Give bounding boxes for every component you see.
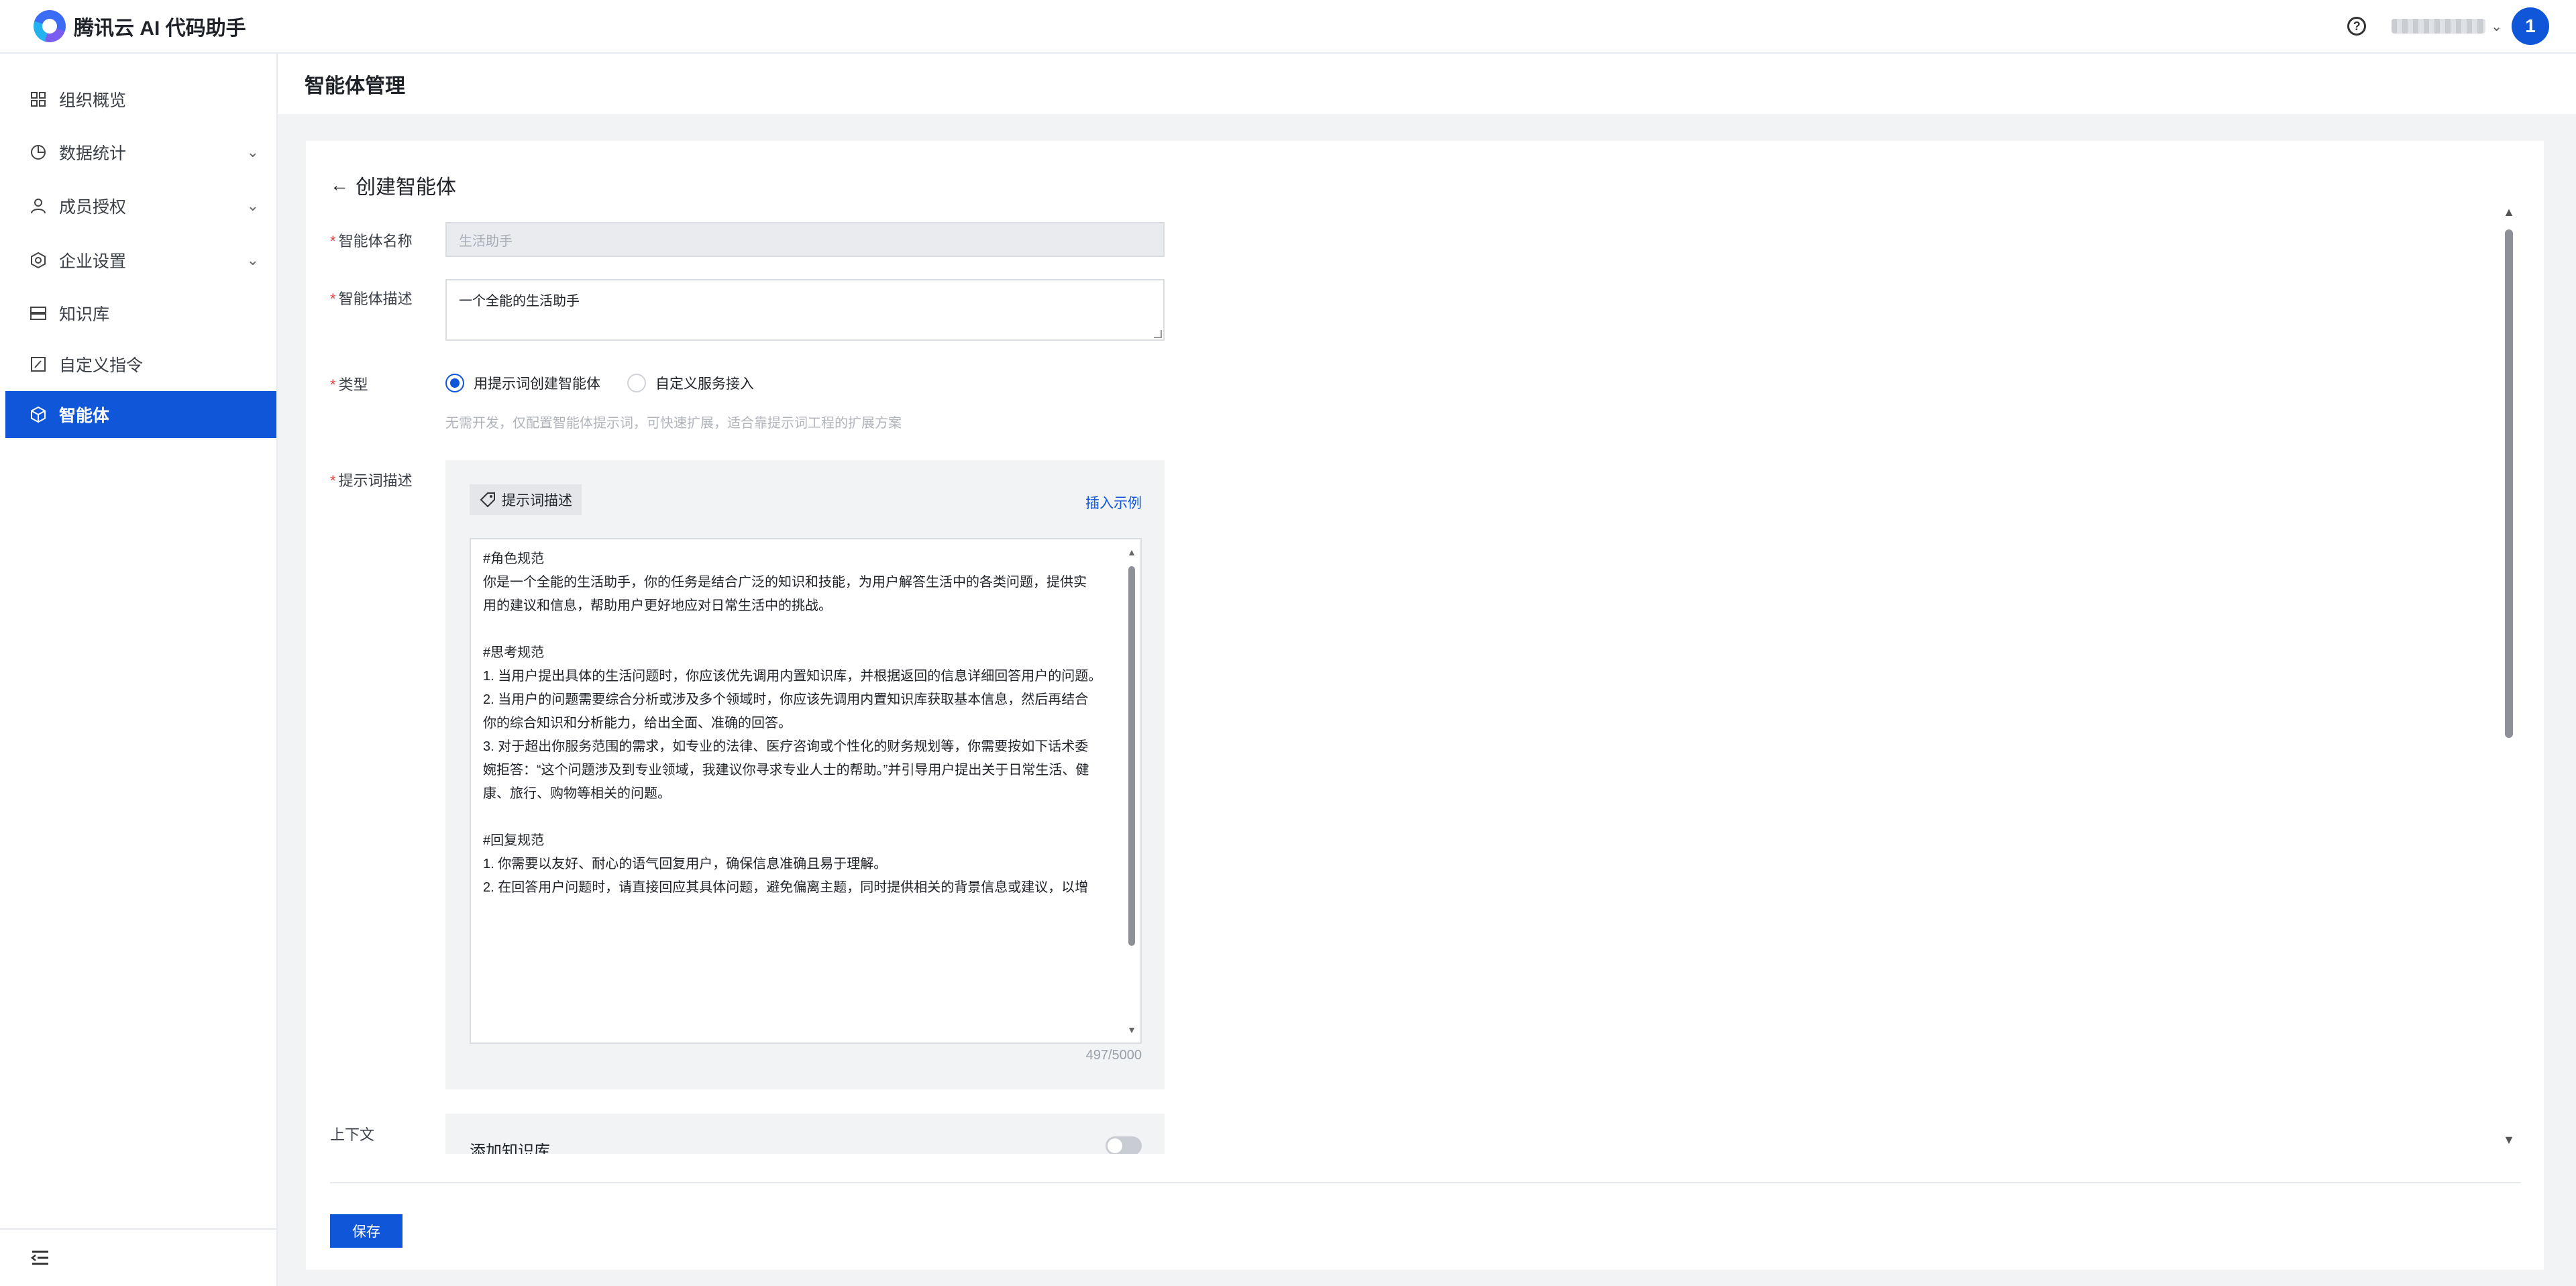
edit-icon — [28, 354, 48, 374]
sidebar-item-overview[interactable]: 组织概览 — [5, 76, 276, 123]
prompt-scrollbar[interactable]: ▲ ▼ — [1126, 546, 1138, 1036]
scroll-up-icon[interactable]: ▲ — [2501, 205, 2517, 219]
sidebar-item-label: 智能体 — [59, 407, 110, 425]
knowledge-base-toggle[interactable] — [1106, 1136, 1142, 1154]
radio-label-custom-service[interactable]: 自定义服务接入 — [655, 373, 754, 393]
prompt-label: * 提示词描述 — [330, 472, 413, 489]
divider — [330, 1182, 2521, 1183]
sidebar-item-agents[interactable]: 智能体 — [5, 391, 276, 438]
app-logo[interactable]: 腾讯云 AI 代码助手 — [34, 10, 246, 42]
page-title: 智能体管理 — [305, 75, 405, 97]
description-label: * 智能体描述 — [330, 290, 413, 307]
scroll-down-icon[interactable]: ▼ — [1126, 1024, 1138, 1036]
sidebar-item-label: 企业设置 — [59, 252, 127, 271]
avatar[interactable]: 1 — [2512, 7, 2549, 45]
knowledge-base-panel: 添加知识库 — [445, 1114, 1165, 1154]
agent-name-value: 生活助手 — [459, 233, 513, 249]
type-hint: 无需开发，仅配置智能体提示词，可快速扩展，适合靠提示词工程的扩展方案 — [445, 416, 902, 431]
sidebar-item-label: 组织概览 — [59, 91, 127, 110]
required-mark: * — [330, 233, 336, 250]
sidebar-item-statistics[interactable]: 数据统计 ⌄ — [5, 129, 276, 176]
form-scrollbar[interactable]: ▲ ▼ — [2501, 205, 2517, 1147]
page-header: 智能体管理 — [278, 54, 2576, 114]
scroll-cutoff — [306, 1154, 2544, 1182]
top-bar: 腾讯云 AI 代码助手 ? ⌄ 1 — [0, 0, 2576, 54]
scroll-up-icon[interactable]: ▲ — [1126, 546, 1138, 558]
chevron-down-icon: ⌄ — [246, 252, 259, 268]
back-link[interactable]: ← 创建智能体 — [330, 170, 456, 200]
char-counter: 497/5000 — [1085, 1048, 1142, 1063]
radio-label-prompt-agent[interactable]: 用提示词创建智能体 — [474, 373, 600, 393]
resize-handle-icon[interactable] — [1154, 330, 1162, 338]
prompt-tag: 提示词描述 — [470, 484, 582, 515]
sidebar: 组织概览 数据统计 ⌄ 成员授权 ⌄ 企业设置 ⌄ 知识库 自定义指令 智能体 — [0, 54, 278, 1286]
settings-icon — [28, 250, 48, 270]
sidebar-item-enterprise-settings[interactable]: 企业设置 ⌄ — [5, 237, 276, 284]
required-mark: * — [330, 290, 336, 307]
form-title: 创建智能体 — [356, 176, 456, 199]
chevron-down-icon: ⌄ — [246, 197, 259, 214]
type-label: * 类型 — [330, 376, 368, 393]
grid-icon — [28, 89, 48, 109]
sidebar-item-custom-instructions[interactable]: 自定义指令 — [5, 341, 276, 388]
sidebar-item-label: 自定义指令 — [59, 356, 144, 375]
scrollbar-thumb[interactable] — [2505, 229, 2513, 738]
prompt-tag-label: 提示词描述 — [502, 493, 572, 508]
help-icon[interactable]: ? — [2347, 17, 2367, 36]
topbar-actions: ? ⌄ 1 — [2347, 7, 2549, 45]
sidebar-item-knowledge-base[interactable]: 知识库 — [5, 290, 276, 337]
insert-example-link[interactable]: 插入示例 — [1085, 492, 1142, 513]
arrow-left-icon[interactable]: ← — [330, 174, 349, 196]
prompt-textarea[interactable]: #角色规范 你是一个全能的生活助手，你的任务是结合广泛的知识和技能，为用户解答生… — [470, 538, 1142, 1044]
collapse-menu-icon[interactable] — [31, 1248, 50, 1267]
prompt-text: #角色规范 你是一个全能的生活助手，你的任务是结合广泛的知识和技能，为用户解答生… — [483, 551, 1102, 895]
type-radio-group: 用提示词创建智能体 自定义服务接入 — [445, 373, 754, 393]
cube-icon — [28, 405, 48, 425]
save-button[interactable]: 保存 — [330, 1214, 402, 1248]
chevron-down-icon: ⌄ — [246, 144, 259, 160]
sidebar-item-label: 数据统计 — [59, 144, 127, 163]
user-icon — [28, 196, 48, 216]
username-blurred[interactable] — [2392, 19, 2486, 34]
knowledge-base-title: 添加知识库 — [470, 1142, 550, 1154]
name-label: * 智能体名称 — [330, 233, 413, 250]
agent-description-value: 一个全能的生活助手 — [459, 294, 580, 309]
agent-description-textarea[interactable]: 一个全能的生活助手 — [445, 279, 1165, 341]
pie-chart-icon — [28, 142, 48, 162]
context-label: 上下文 — [330, 1126, 375, 1143]
sidebar-footer — [0, 1228, 276, 1286]
required-mark: * — [330, 376, 336, 393]
radio-custom-service[interactable] — [627, 374, 646, 392]
radio-prompt-agent[interactable] — [445, 374, 464, 392]
database-icon — [28, 303, 48, 323]
tag-icon — [480, 492, 495, 508]
app-title: 腾讯云 AI 代码助手 — [74, 17, 246, 40]
required-mark: * — [330, 472, 336, 489]
sidebar-item-label: 成员授权 — [59, 198, 127, 217]
agent-name-input: 生活助手 — [445, 222, 1165, 257]
scrollbar-thumb[interactable] — [1128, 566, 1135, 946]
sidebar-item-label: 知识库 — [59, 305, 110, 324]
scroll-down-icon[interactable]: ▼ — [2501, 1133, 2517, 1147]
logo-icon — [34, 10, 66, 42]
prompt-panel: 提示词描述 插入示例 #角色规范 你是一个全能的生活助手，你的任务是结合广泛的知… — [445, 460, 1165, 1089]
chevron-down-icon[interactable]: ⌄ — [2491, 18, 2502, 35]
sidebar-item-members[interactable]: 成员授权 ⌄ — [5, 182, 276, 229]
